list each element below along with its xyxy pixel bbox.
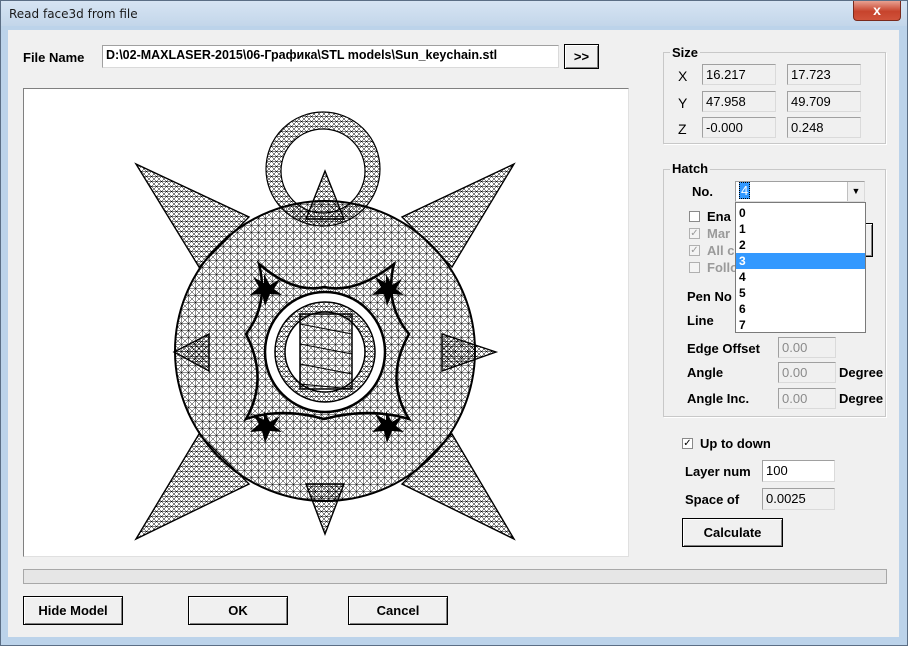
angle-inc-label: Angle Inc. <box>687 391 750 406</box>
size-z-min: -0.000 <box>702 117 776 138</box>
space-field: 0.0025 <box>762 488 835 510</box>
size-y-max: 49.709 <box>787 91 861 112</box>
size-z-max: 0.248 <box>787 117 861 138</box>
progress-bar <box>23 569 887 584</box>
layer-num-field[interactable]: 100 <box>762 460 835 482</box>
hatch-option-highlighted[interactable]: 3 <box>736 253 865 269</box>
size-y-min: 47.958 <box>702 91 776 112</box>
mark-checkbox[interactable]: ✓ <box>689 228 700 239</box>
edge-offset-label: Edge Offset <box>687 341 760 356</box>
hatch-option[interactable]: 7 <box>736 317 865 333</box>
ok-button[interactable]: OK <box>188 596 288 625</box>
hatch-no-combo[interactable]: 4 ▼ <box>735 181 865 202</box>
hatch-no-label: No. <box>692 184 713 199</box>
angle-inc-field[interactable]: 0.00 <box>778 388 836 409</box>
angle-unit: Degree <box>839 365 884 380</box>
hatch-option[interactable]: 6 <box>736 301 865 317</box>
hatch-no-value: 4 <box>739 182 751 199</box>
hatch-no-dropdown-list[interactable]: 0 1 2 3 4 5 6 7 <box>735 202 866 333</box>
size-x-max: 17.723 <box>787 64 861 85</box>
edge-offset-field[interactable]: 0.00 <box>778 337 836 358</box>
angle-inc-unit: Degree <box>839 391 884 406</box>
space-label: Space of <box>685 492 740 507</box>
browse-button[interactable]: >> <box>564 44 599 69</box>
size-group-title: Size <box>670 45 701 60</box>
mark-label: Mar <box>707 226 731 241</box>
dialog-window: Read face3d from file x File Name D:\02-… <box>0 0 908 646</box>
window-title: Read face3d from file <box>9 7 138 21</box>
all-checkbox[interactable]: ✓ <box>689 245 700 256</box>
angle-field[interactable]: 0.00 <box>778 362 836 383</box>
hatch-option[interactable]: 2 <box>736 237 865 253</box>
size-x-min: 16.217 <box>702 64 776 85</box>
size-y-label: Y <box>678 95 688 111</box>
size-z-label: Z <box>678 121 687 137</box>
chevron-down-icon[interactable]: ▼ <box>847 182 864 201</box>
file-path-field[interactable]: D:\02-MAXLASER-2015\06-Графика\STL model… <box>102 45 559 68</box>
file-name-label: File Name <box>23 50 85 65</box>
up-to-down-checkbox[interactable]: ✓ <box>682 438 693 449</box>
hatch-option[interactable]: 0 <box>736 205 865 221</box>
hide-model-button[interactable]: Hide Model <box>23 596 123 625</box>
hatch-option[interactable]: 4 <box>736 269 865 285</box>
cancel-button[interactable]: Cancel <box>348 596 448 625</box>
up-to-down-label: Up to down <box>700 436 771 451</box>
all-label: All c <box>707 243 735 258</box>
dialog-body: File Name D:\02-MAXLASER-2015\06-Графика… <box>8 30 899 637</box>
follow-label: Follo <box>707 260 739 275</box>
model-preview-canvas[interactable] <box>23 88 629 557</box>
angle-label: Angle <box>687 365 724 380</box>
close-button[interactable]: x <box>853 1 901 21</box>
hatch-option[interactable]: 5 <box>736 285 865 301</box>
follow-checkbox[interactable] <box>689 262 700 273</box>
pen-no-label: Pen No <box>687 289 732 304</box>
title-bar[interactable]: Read face3d from file x <box>1 1 907 26</box>
layer-num-label: Layer num <box>685 464 751 479</box>
sun-keychain-wireframe <box>134 111 516 541</box>
enable-checkbox[interactable] <box>689 211 700 222</box>
hatch-option[interactable]: 1 <box>736 221 865 237</box>
hatch-group-title: Hatch <box>670 161 711 176</box>
enable-label: Ena <box>707 209 731 224</box>
size-x-label: X <box>678 68 688 84</box>
calculate-button[interactable]: Calculate <box>682 518 783 547</box>
line-label: Line <box>687 313 714 328</box>
